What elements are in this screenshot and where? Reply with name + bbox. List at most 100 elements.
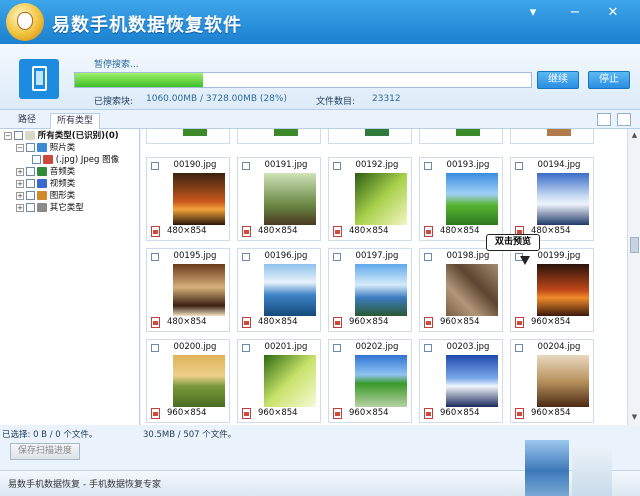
tree-item[interactable]: + 其它类型 (16, 202, 84, 214)
thumbnail-card[interactable] (237, 129, 321, 144)
grid-scrollbar[interactable]: ▲ ▼ (627, 129, 640, 425)
footer-text: 易数手机数据恢复 - 手机数据恢复专家 (8, 480, 161, 490)
thumbnail-card[interactable]: 00200.jpg 960×854 (146, 339, 230, 423)
thumbnail-card[interactable]: 00194.jpg 480×854 (510, 157, 594, 241)
close-button[interactable]: ✕ (600, 4, 626, 22)
tree-checkbox[interactable] (14, 131, 23, 140)
thumbnail-card[interactable]: 00191.jpg 480×854 (237, 157, 321, 241)
expand-icon[interactable]: + (16, 167, 24, 176)
file-checkbox[interactable] (151, 253, 159, 261)
stop-button[interactable]: 停止 (588, 71, 630, 89)
scan-progress-panel: 暂停搜索... 继续 停止 已搜索块: 1060.00MB / 3728.00M… (0, 44, 640, 110)
thumbnail-card[interactable]: 00192.jpg 480×854 (328, 157, 412, 241)
scroll-down-icon[interactable]: ▼ (629, 412, 640, 423)
thumbnail-image[interactable] (355, 355, 407, 407)
tree-item[interactable]: + 视频类 (16, 178, 75, 190)
folder-icon (37, 143, 47, 152)
thumbnail-image[interactable] (446, 355, 498, 407)
thumbnail-image[interactable] (537, 355, 589, 407)
tree-checkbox[interactable] (26, 191, 35, 200)
file-checkbox[interactable] (242, 253, 250, 261)
file-checkbox[interactable] (333, 162, 341, 170)
tree-checkbox[interactable] (32, 155, 41, 164)
thumbnail-image[interactable] (173, 173, 225, 225)
continue-button[interactable]: 继续 (537, 71, 579, 89)
expand-icon[interactable]: + (16, 203, 24, 212)
file-name: 00192.jpg (355, 160, 399, 170)
file-checkbox[interactable] (424, 253, 432, 261)
thumbnail-image[interactable] (355, 173, 407, 225)
file-checkbox[interactable] (333, 344, 341, 352)
thumbnail-image[interactable] (446, 173, 498, 225)
progress-fill (75, 73, 203, 87)
tree-checkbox[interactable] (26, 203, 35, 212)
image-dimensions: 480×854 (258, 317, 298, 327)
list-view-icon[interactable] (617, 113, 631, 126)
image-file-icon (151, 317, 160, 328)
tree-item[interactable]: + 图形类 (16, 190, 75, 202)
thumbnail-image[interactable] (173, 355, 225, 407)
thumbnail-card[interactable]: 00195.jpg 480×854 (146, 248, 230, 332)
thumbnail-card[interactable]: 00193.jpg 480×854 (419, 157, 503, 241)
grid-view-icon[interactable] (597, 113, 611, 126)
thumbnail-image[interactable] (264, 173, 316, 225)
file-checkbox[interactable] (151, 162, 159, 170)
file-checkbox[interactable] (333, 253, 341, 261)
thumbnail-grid: 00190.jpg 480×854 00191.jpg 480×854 00192.jp… (141, 129, 627, 425)
thumbnail-image[interactable] (537, 173, 589, 225)
thumbnail-card[interactable]: 00202.jpg 960×854 (328, 339, 412, 423)
thumbnail-image[interactable] (537, 264, 589, 316)
tree-checkbox[interactable] (26, 143, 35, 152)
image-dimensions: 480×854 (167, 317, 207, 327)
menu-icon[interactable]: ▾ (520, 4, 546, 22)
thumbnail-image[interactable] (355, 264, 407, 316)
tree-item-label: 其它类型 (49, 203, 84, 213)
thumbnail-card[interactable]: 00201.jpg 960×854 (237, 339, 321, 423)
expand-icon[interactable]: − (16, 143, 24, 152)
image-dimensions: 480×854 (258, 226, 298, 236)
file-checkbox[interactable] (242, 344, 250, 352)
thumbnail-image[interactable] (446, 264, 498, 316)
file-checkbox[interactable] (515, 344, 523, 352)
image-dimensions: 960×854 (531, 317, 571, 327)
tab-all-types[interactable]: 所有类型 (50, 113, 101, 129)
expand-icon[interactable]: + (16, 179, 24, 188)
thumbnail-card[interactable] (328, 129, 412, 144)
tree-checkbox[interactable] (26, 167, 35, 176)
status-bar: 已选择: 0 B / 0 个文件。 30.5MB / 507 个文件。 (0, 425, 640, 441)
file-checkbox[interactable] (424, 344, 432, 352)
file-checkbox[interactable] (151, 344, 159, 352)
image-dimensions: 960×854 (349, 317, 389, 327)
scroll-up-icon[interactable]: ▲ (629, 130, 640, 141)
thumbnail-card[interactable] (146, 129, 230, 144)
thumbnail-card[interactable] (510, 129, 594, 144)
thumbnail-image[interactable] (264, 264, 316, 316)
thumbnail-card[interactable]: 00203.jpg 960×854 (419, 339, 503, 423)
minimize-button[interactable]: − (562, 4, 588, 22)
expand-icon[interactable]: + (16, 191, 24, 200)
file-checkbox[interactable] (242, 162, 250, 170)
tree-item[interactable]: − 照片类 (16, 142, 75, 154)
file-name: 00190.jpg (173, 160, 217, 170)
tree-item[interactable]: − 所有类型(已识别)(0) (4, 130, 119, 142)
thumbnail-card[interactable]: 00190.jpg 480×854 (146, 157, 230, 241)
thumbnail-card[interactable]: 00197.jpg 960×854 (328, 248, 412, 332)
thumbnail-image[interactable] (264, 355, 316, 407)
expand-icon[interactable]: − (4, 131, 12, 140)
thumbnail-card[interactable] (419, 129, 503, 144)
tree-item[interactable]: + 音频类 (16, 166, 75, 178)
scroll-thumb[interactable] (630, 237, 639, 253)
thumbnail-image[interactable] (173, 264, 225, 316)
thumbnail-card[interactable]: 00196.jpg 480×854 (237, 248, 321, 332)
tab-path[interactable]: 路径 (12, 113, 42, 129)
save-scan-progress-button[interactable]: 保存扫描进度 (10, 443, 80, 460)
file-checkbox[interactable] (424, 162, 432, 170)
image-file-icon (515, 317, 524, 328)
thumbnail-card[interactable]: 00198.jpg 960×854 (419, 248, 503, 332)
thumbnail-card[interactable]: 00204.jpg 960×854 (510, 339, 594, 423)
app-title: 易数手机数据恢复软件 (52, 15, 242, 36)
files-label: 文件数目: (316, 97, 356, 107)
tree-checkbox[interactable] (26, 179, 35, 188)
tree-item[interactable]: (.jpg) Jpeg 图像 (30, 154, 119, 166)
file-checkbox[interactable] (515, 162, 523, 170)
